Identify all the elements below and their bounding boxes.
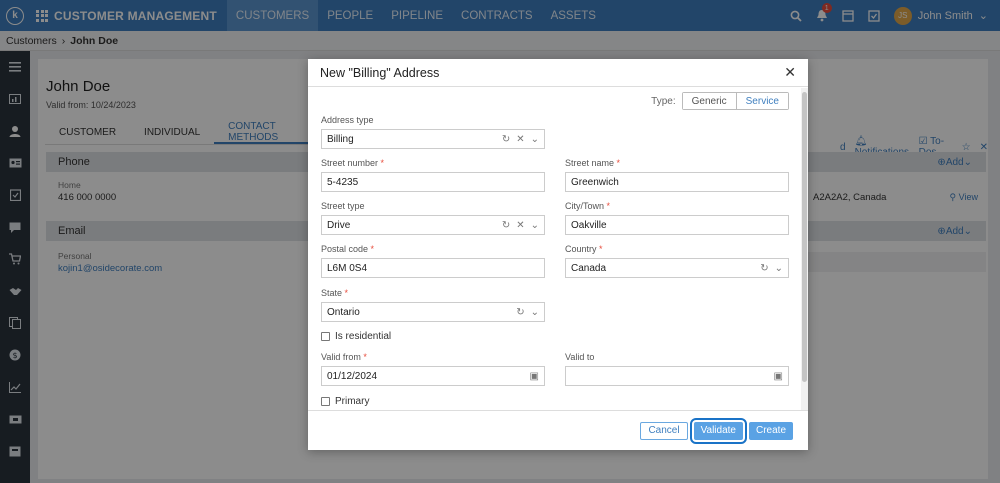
dialog-scrollbar[interactable] — [801, 88, 808, 410]
validate-button[interactable]: Validate — [689, 417, 748, 444]
checkbox-icon — [321, 332, 330, 341]
street-type-select[interactable]: Drive ↻ ✕ ⌄ — [321, 215, 545, 235]
postal-code-label: Postal code * — [321, 244, 375, 254]
cancel-button[interactable]: Cancel — [640, 421, 688, 440]
street-type-label: Street type — [321, 201, 365, 211]
address-type-select[interactable]: Billing ↻ ✕ ⌄ — [321, 129, 545, 149]
calendar-icon[interactable]: ▣ — [774, 371, 783, 382]
chevron-down-icon[interactable]: ⌄ — [531, 134, 539, 145]
city-input[interactable]: Oakville — [565, 215, 789, 235]
valid-to-input[interactable]: ▣ — [565, 366, 789, 386]
type-generic-button[interactable]: Generic — [682, 93, 736, 109]
street-name-input[interactable]: Greenwich — [565, 172, 789, 192]
state-label: State * — [321, 288, 349, 298]
chevron-down-icon[interactable]: ⌄ — [531, 307, 539, 318]
refresh-icon[interactable]: ↻ — [502, 220, 510, 231]
city-label: City/Town * — [565, 201, 611, 211]
refresh-icon[interactable]: ↻ — [760, 263, 768, 274]
dialog-title: New "Billing" Address — [320, 65, 440, 80]
primary-checkbox[interactable]: Primary — [321, 396, 369, 407]
checkbox-icon — [321, 397, 330, 406]
clear-icon[interactable]: ✕ — [516, 134, 524, 145]
close-icon[interactable]: ✕ — [784, 64, 796, 81]
clear-icon[interactable]: ✕ — [516, 220, 524, 231]
state-select[interactable]: Ontario ↻ ⌄ — [321, 302, 545, 322]
country-select[interactable]: Canada ↻ ⌄ — [565, 258, 789, 278]
refresh-icon[interactable]: ↻ — [502, 134, 510, 145]
valid-to-label: Valid to — [565, 352, 595, 362]
calendar-icon[interactable]: ▣ — [530, 371, 539, 382]
chevron-down-icon[interactable]: ⌄ — [775, 263, 783, 274]
valid-from-label: Valid from * — [321, 352, 367, 362]
postal-code-input[interactable]: L6M 0S4 — [321, 258, 545, 278]
country-label: Country * — [565, 244, 603, 254]
new-address-dialog: New "Billing" Address ✕ Type: Generic Se… — [308, 59, 808, 450]
dialog-footer: Cancel Validate Create — [308, 410, 808, 450]
create-button[interactable]: Create — [748, 421, 793, 440]
is-residential-checkbox[interactable]: Is residential — [321, 331, 391, 342]
type-service-button[interactable]: Service — [735, 93, 788, 109]
type-label: Type: — [651, 95, 676, 107]
street-number-input[interactable]: 5-4235 — [321, 172, 545, 192]
refresh-icon[interactable]: ↻ — [516, 307, 524, 318]
street-name-label: Street name * — [565, 158, 621, 168]
chevron-down-icon[interactable]: ⌄ — [531, 220, 539, 231]
address-type-label: Address type — [321, 115, 374, 125]
valid-from-input[interactable]: 01/12/2024 ▣ — [321, 366, 545, 386]
street-number-label: Street number * — [321, 158, 385, 168]
type-selector: Type: Generic Service — [651, 92, 789, 110]
